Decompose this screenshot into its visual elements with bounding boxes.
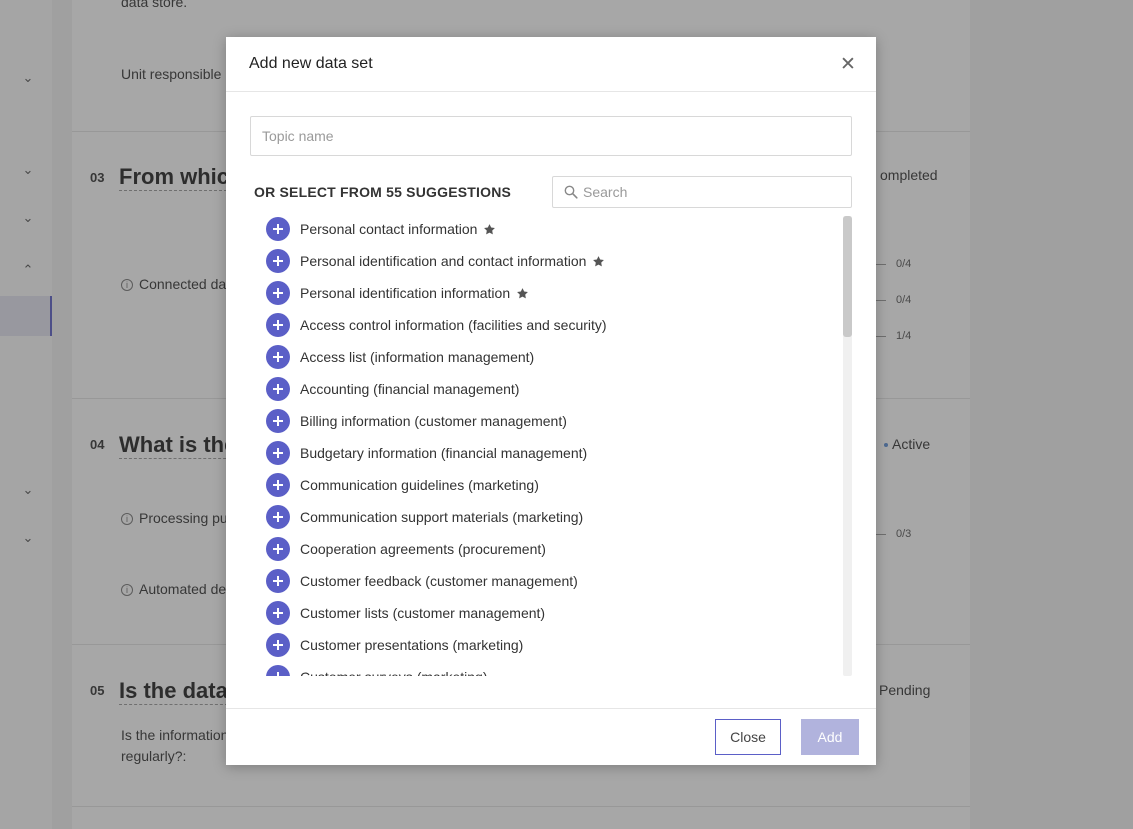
suggestion-label: Communication guidelines (marketing) xyxy=(300,477,539,493)
suggestion-item[interactable]: Personal identification and contact info… xyxy=(266,248,605,274)
suggestion-label: Cooperation agreements (procurement) xyxy=(300,541,546,557)
suggestion-item[interactable]: Access control information (facilities a… xyxy=(266,312,607,338)
scrollbar-thumb[interactable] xyxy=(843,216,852,337)
suggestion-label: Budgetary information (financial managem… xyxy=(300,445,588,461)
suggestion-label: Customer lists (customer management) xyxy=(300,605,546,621)
plus-icon[interactable] xyxy=(266,633,290,657)
plus-icon[interactable] xyxy=(266,377,290,401)
plus-icon[interactable] xyxy=(266,665,290,676)
suggestion-item[interactable]: Personal contact information xyxy=(266,216,496,242)
plus-icon[interactable] xyxy=(266,281,290,305)
suggestion-item[interactable]: Billing information (customer management… xyxy=(266,408,567,434)
close-icon[interactable]: ✕ xyxy=(838,55,858,75)
plus-icon[interactable] xyxy=(266,505,290,529)
star-icon xyxy=(593,255,605,266)
suggestion-label: Customer presentations (marketing) xyxy=(300,637,524,653)
topic-name-input[interactable] xyxy=(250,116,852,156)
suggestion-item[interactable]: Customer feedback (customer management) xyxy=(266,568,578,594)
close-button[interactable]: Close xyxy=(715,719,781,755)
plus-icon[interactable] xyxy=(266,601,290,625)
add-button[interactable]: Add xyxy=(801,719,859,755)
suggestion-label: Access list (information management) xyxy=(300,349,535,365)
dialog-footer: Close Add xyxy=(226,708,876,765)
plus-icon[interactable] xyxy=(266,537,290,561)
suggestion-label: Personal identification and contact info… xyxy=(300,253,587,269)
search-box[interactable] xyxy=(552,176,852,208)
dialog-title: Add new data set xyxy=(249,55,373,72)
suggestion-item[interactable]: Customer lists (customer management) xyxy=(266,600,545,626)
suggestion-label: Personal contact information xyxy=(300,221,478,237)
suggestion-label: Billing information (customer management… xyxy=(300,413,567,429)
suggestion-label: Customer feedback (customer management) xyxy=(300,573,578,589)
suggestion-item[interactable]: Accounting (financial management) xyxy=(266,376,519,402)
suggestion-label: Communication support materials (marketi… xyxy=(300,509,584,525)
suggestion-label: Access control information (facilities a… xyxy=(300,317,607,333)
dialog-header: Add new data set ✕ xyxy=(226,37,876,92)
suggestion-item[interactable]: Customer presentations (marketing) xyxy=(266,632,523,658)
suggestion-item[interactable]: Customer surveys (marketing) xyxy=(266,664,488,676)
suggestion-item[interactable]: Budgetary information (financial managem… xyxy=(266,440,587,466)
plus-icon[interactable] xyxy=(266,313,290,337)
plus-icon[interactable] xyxy=(266,217,290,241)
suggestion-item[interactable]: Access list (information management) xyxy=(266,344,534,370)
plus-icon[interactable] xyxy=(266,569,290,593)
search-icon xyxy=(564,185,578,199)
suggestions-list: Personal contact information Personal ide… xyxy=(250,216,852,676)
plus-icon[interactable] xyxy=(266,345,290,369)
suggestion-label: Accounting (financial management) xyxy=(300,381,520,397)
plus-icon[interactable] xyxy=(266,473,290,497)
suggestion-item[interactable]: Communication guidelines (marketing) xyxy=(266,472,539,498)
plus-icon[interactable] xyxy=(266,409,290,433)
suggestion-item[interactable]: Personal identification information xyxy=(266,280,529,306)
add-data-set-dialog: Add new data set ✕ OR SELECT FROM 55 SUG… xyxy=(226,37,876,765)
star-icon xyxy=(517,287,529,298)
search-input[interactable] xyxy=(583,177,845,207)
plus-icon[interactable] xyxy=(266,441,290,465)
scrollbar[interactable] xyxy=(843,216,852,676)
suggestion-item[interactable]: Cooperation agreements (procurement) xyxy=(266,536,546,562)
suggestion-item[interactable]: Communication support materials (marketi… xyxy=(266,504,583,530)
star-icon xyxy=(484,223,496,234)
suggestion-label: Customer surveys (marketing) xyxy=(300,669,488,676)
suggestions-label: OR SELECT FROM 55 SUGGESTIONS xyxy=(254,184,512,200)
plus-icon[interactable] xyxy=(266,249,290,273)
suggestion-label: Personal identification information xyxy=(300,285,511,301)
